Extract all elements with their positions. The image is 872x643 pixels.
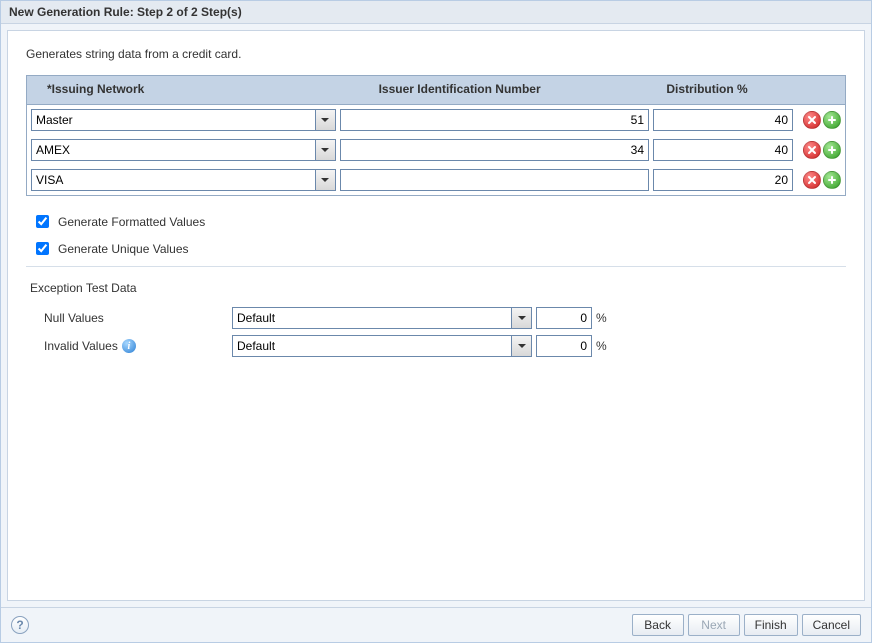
content-panel: Generates string data from a credit card…	[7, 30, 865, 601]
table-row	[27, 135, 845, 165]
wizard-dialog: New Generation Rule: Step 2 of 2 Step(s)…	[0, 0, 872, 643]
null-percent-input[interactable]	[536, 307, 592, 329]
invalid-percent-input[interactable]	[536, 335, 592, 357]
generate-formatted-checkbox[interactable]	[36, 215, 49, 228]
issuing-network-select[interactable]	[31, 139, 316, 161]
cancel-button[interactable]: Cancel	[802, 614, 861, 636]
next-button: Next	[688, 614, 740, 636]
back-button[interactable]: Back	[632, 614, 684, 636]
distribution-input[interactable]	[653, 109, 793, 131]
generate-unique-checkbox[interactable]	[36, 242, 49, 255]
iin-input[interactable]	[340, 139, 649, 161]
null-values-select[interactable]	[232, 307, 512, 329]
col-header-iin: Issuer Identification Number	[349, 82, 657, 96]
generate-formatted-label: Generate Formatted Values	[58, 215, 205, 229]
chevron-down-icon[interactable]	[316, 109, 336, 131]
remove-row-icon[interactable]	[803, 141, 821, 159]
table-row	[27, 105, 845, 135]
divider	[26, 266, 846, 267]
col-header-network: *Issuing Network	[31, 82, 349, 96]
iin-input[interactable]	[340, 109, 649, 131]
chevron-down-icon[interactable]	[316, 169, 336, 191]
distribution-input[interactable]	[653, 139, 793, 161]
chevron-down-icon[interactable]	[316, 139, 336, 161]
help-icon[interactable]: ?	[11, 616, 29, 634]
dialog-footer: ? Back Next Finish Cancel	[1, 607, 871, 642]
remove-row-icon[interactable]	[803, 171, 821, 189]
table-row	[27, 165, 845, 195]
add-row-icon[interactable]	[823, 111, 841, 129]
description-text: Generates string data from a credit card…	[26, 47, 846, 61]
chevron-down-icon[interactable]	[512, 307, 532, 329]
remove-row-icon[interactable]	[803, 111, 821, 129]
percent-sign: %	[596, 339, 607, 353]
add-row-icon[interactable]	[823, 141, 841, 159]
invalid-values-label: Invalid Values	[44, 339, 118, 353]
iin-input[interactable]	[340, 169, 649, 191]
invalid-values-select[interactable]	[232, 335, 512, 357]
grid-header-row: *Issuing Network Issuer Identification N…	[27, 76, 845, 105]
finish-button[interactable]: Finish	[744, 614, 798, 636]
chevron-down-icon[interactable]	[512, 335, 532, 357]
info-icon[interactable]: i	[122, 339, 136, 353]
issuing-network-select[interactable]	[31, 169, 316, 191]
network-grid: *Issuing Network Issuer Identification N…	[26, 75, 846, 196]
issuing-network-select[interactable]	[31, 109, 316, 131]
null-values-label: Null Values	[44, 311, 104, 325]
dialog-title: New Generation Rule: Step 2 of 2 Step(s)	[1, 1, 871, 24]
distribution-input[interactable]	[653, 169, 793, 191]
col-header-dist: Distribution %	[656, 82, 795, 96]
exception-section-title: Exception Test Data	[30, 281, 846, 295]
percent-sign: %	[596, 311, 607, 325]
add-row-icon[interactable]	[823, 171, 841, 189]
generate-unique-label: Generate Unique Values	[58, 242, 189, 256]
